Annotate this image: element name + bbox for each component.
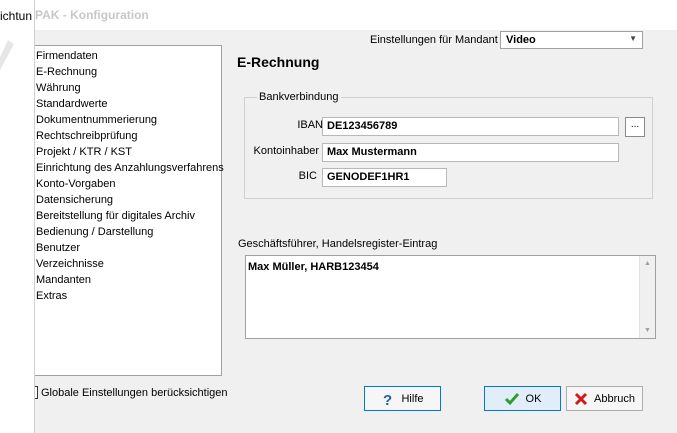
account-owner-input[interactable]: Max Mustermann <box>322 143 619 162</box>
nav-item[interactable]: Mandanten <box>35 272 221 288</box>
cancel-button-label: Abbruch <box>594 392 635 405</box>
bic-label: BIC <box>298 170 317 182</box>
section-title: E-Rechnung <box>237 54 320 70</box>
nav-item[interactable]: Einrichtung des Anzahlungsverfahrens <box>35 160 224 176</box>
svg-text:?: ? <box>383 392 392 406</box>
ok-button-label: OK <box>525 392 542 405</box>
account-owner-label: Kontoinhaber <box>253 145 319 157</box>
nav-item[interactable]: Rechtschreibprüfung <box>35 128 221 144</box>
title-bar: PAK - Konfiguration <box>35 0 677 30</box>
nav-item[interactable]: Benutzer <box>35 240 221 256</box>
global-settings-checkbox[interactable] <box>35 386 38 399</box>
window-title: PAK - Konfiguration <box>35 8 149 22</box>
config-dialog: PAK - Konfiguration Firmendaten E-Rechnun… <box>34 0 677 433</box>
checkmark-icon <box>504 392 520 406</box>
chevron-down-icon: ▼ <box>629 34 637 43</box>
mandant-selected-value: Video <box>506 34 536 46</box>
bic-input[interactable]: GENODEF1HR1 <box>322 168 447 187</box>
nav-item[interactable]: E-Rechnung <box>35 64 221 80</box>
bank-groupbox-legend: Bankverbindung <box>257 91 341 103</box>
iban-input[interactable]: DE123456789 <box>322 117 619 136</box>
nav-item[interactable]: Standardwerte <box>35 96 221 112</box>
nav-item[interactable]: Bedienung / Darstellung <box>35 224 221 240</box>
x-icon <box>574 392 588 406</box>
register-label: Geschäftsführer, Handelsregister-Eintrag <box>238 238 438 250</box>
nav-item[interactable]: Extras <box>35 288 221 304</box>
global-settings-label[interactable]: Globale Einstellungen berücksichtigen <box>41 387 228 399</box>
iban-label: IBAN <box>297 119 323 131</box>
global-settings-row[interactable]: Globale Einstellungen berücksichtigen <box>35 386 228 399</box>
background-decoration <box>0 40 14 70</box>
register-text: Max Müller, HARB123454 <box>248 261 379 273</box>
nav-item[interactable]: Projekt / KTR / KST <box>35 144 221 160</box>
background-text-fragment: ichtun <box>0 9 33 23</box>
iban-browse-button[interactable]: ... <box>625 117 645 137</box>
nav-item[interactable]: Verzeichnisse <box>35 256 221 272</box>
nav-item[interactable]: Datensicherung <box>35 192 221 208</box>
bank-groupbox: Bankverbindung IBAN DE123456789 ... Kont… <box>244 91 653 199</box>
scroll-up-icon[interactable]: ▲ <box>640 256 655 271</box>
question-icon: ? <box>381 392 395 406</box>
nav-item[interactable]: Bereitstellung für digitales Archiv <box>35 208 221 224</box>
mandant-dropdown[interactable]: Video ▼ <box>500 31 643 49</box>
cancel-button[interactable]: Abbruch <box>566 386 643 411</box>
help-button-label: Hilfe <box>401 392 424 405</box>
nav-item[interactable]: Firmendaten <box>35 48 221 64</box>
nav-item[interactable]: Konto-Vorgaben <box>35 176 221 192</box>
scroll-down-icon[interactable]: ▼ <box>640 323 655 338</box>
mandant-label: Einstellungen für Mandant <box>370 34 498 46</box>
ok-button[interactable]: OK <box>484 386 561 411</box>
nav-item[interactable]: Dokumentnummerierung <box>35 112 221 128</box>
register-textarea[interactable]: Max Müller, HARB123454 ▲ ▼ <box>245 255 656 339</box>
nav-item[interactable]: Währung <box>35 80 221 96</box>
help-button[interactable]: ? Hilfe <box>364 386 441 411</box>
settings-category-list[interactable]: Firmendaten E-Rechnung Währung Standardwert… <box>35 45 224 376</box>
background-app: ichtun <box>0 0 34 433</box>
register-scrollbar[interactable]: ▲ ▼ <box>639 256 655 338</box>
